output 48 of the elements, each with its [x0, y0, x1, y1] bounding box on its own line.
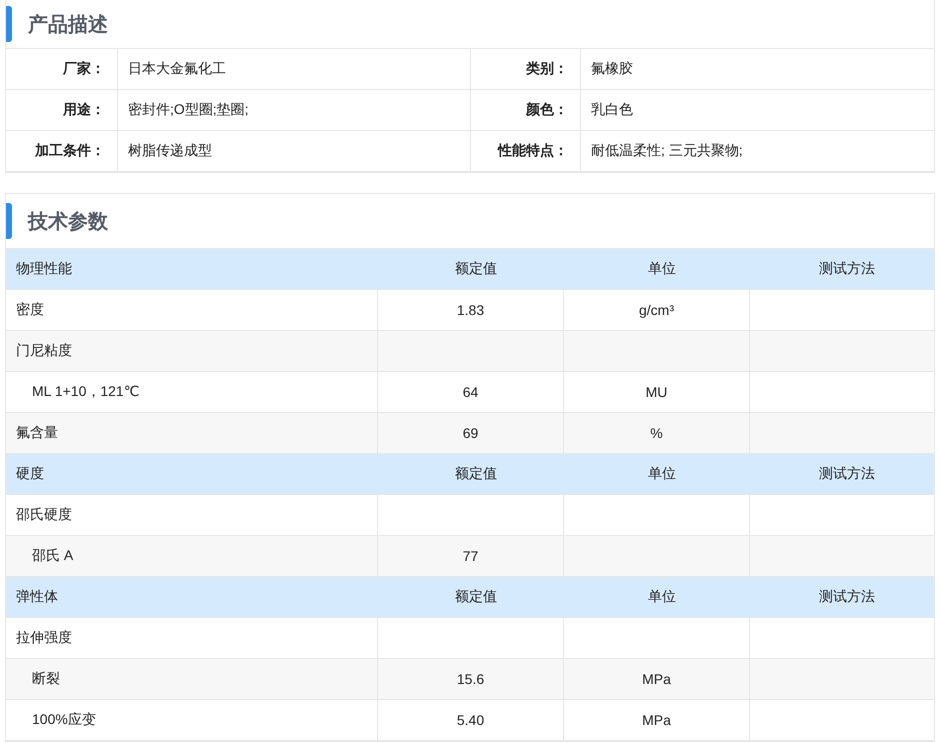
column-header: 单位 — [648, 465, 676, 483]
section-title: 技术参数 — [28, 210, 108, 234]
table-cell: 64 — [462, 384, 478, 400]
field-label: 加工条件： — [35, 142, 105, 160]
field-label: 厂家： — [63, 60, 105, 78]
column-header: 物理性能 — [16, 260, 72, 278]
table-cell: g/cm³ — [639, 302, 674, 318]
table-cell: MPa — [642, 712, 671, 728]
table-cell: 5.40 — [456, 712, 484, 728]
column-header: 额定值 — [455, 588, 497, 606]
table-cell: 密度 — [16, 301, 44, 319]
field-value: 氟橡胶 — [591, 60, 633, 78]
field-value: 日本大金氟化工 — [128, 60, 226, 78]
column-header: 单位 — [648, 588, 676, 606]
field-label: 用途： — [63, 101, 105, 119]
table-cell: 门尼粘度 — [16, 342, 72, 360]
table-cell: 100%应变 — [32, 711, 96, 729]
column-header: 测试方法 — [819, 588, 875, 606]
column-header: 硬度 — [16, 465, 44, 483]
column-header: 测试方法 — [819, 465, 875, 483]
table-cell: MU — [646, 384, 668, 400]
table-cell: 氟含量 — [16, 424, 58, 442]
column-header: 额定值 — [455, 260, 497, 278]
table-cell: % — [650, 425, 663, 441]
table-cell: ML 1+10，121℃ — [32, 383, 140, 401]
column-header: 测试方法 — [819, 260, 875, 278]
accent-bar — [6, 6, 12, 42]
table-cell: 断裂 — [32, 670, 60, 688]
column-header: 单位 — [648, 260, 676, 278]
table-cell: 邵氏硬度 — [16, 506, 72, 524]
column-header: 额定值 — [455, 465, 497, 483]
field-value: 密封件;O型圈;垫圈; — [128, 101, 249, 119]
field-label: 性能特点： — [498, 142, 568, 160]
section-title: 产品描述 — [28, 12, 108, 38]
accent-bar — [6, 203, 12, 239]
field-value: 乳白色 — [591, 101, 633, 119]
table-cell: 拉伸强度 — [16, 629, 72, 647]
table-cell: 15.6 — [456, 671, 484, 687]
table-cell: MPa — [642, 671, 671, 687]
table-cell: 77 — [462, 548, 478, 564]
field-value: 树脂传递成型 — [128, 142, 212, 160]
field-label: 类别： — [526, 60, 568, 78]
column-header: 弹性体 — [16, 588, 58, 606]
table-cell: 69 — [462, 425, 478, 441]
field-value: 耐低温柔性; 三元共聚物; — [591, 142, 743, 160]
field-label: 颜色： — [526, 101, 568, 119]
table-cell: 1.83 — [456, 302, 484, 318]
table-cell: 邵氏 A — [32, 547, 74, 565]
